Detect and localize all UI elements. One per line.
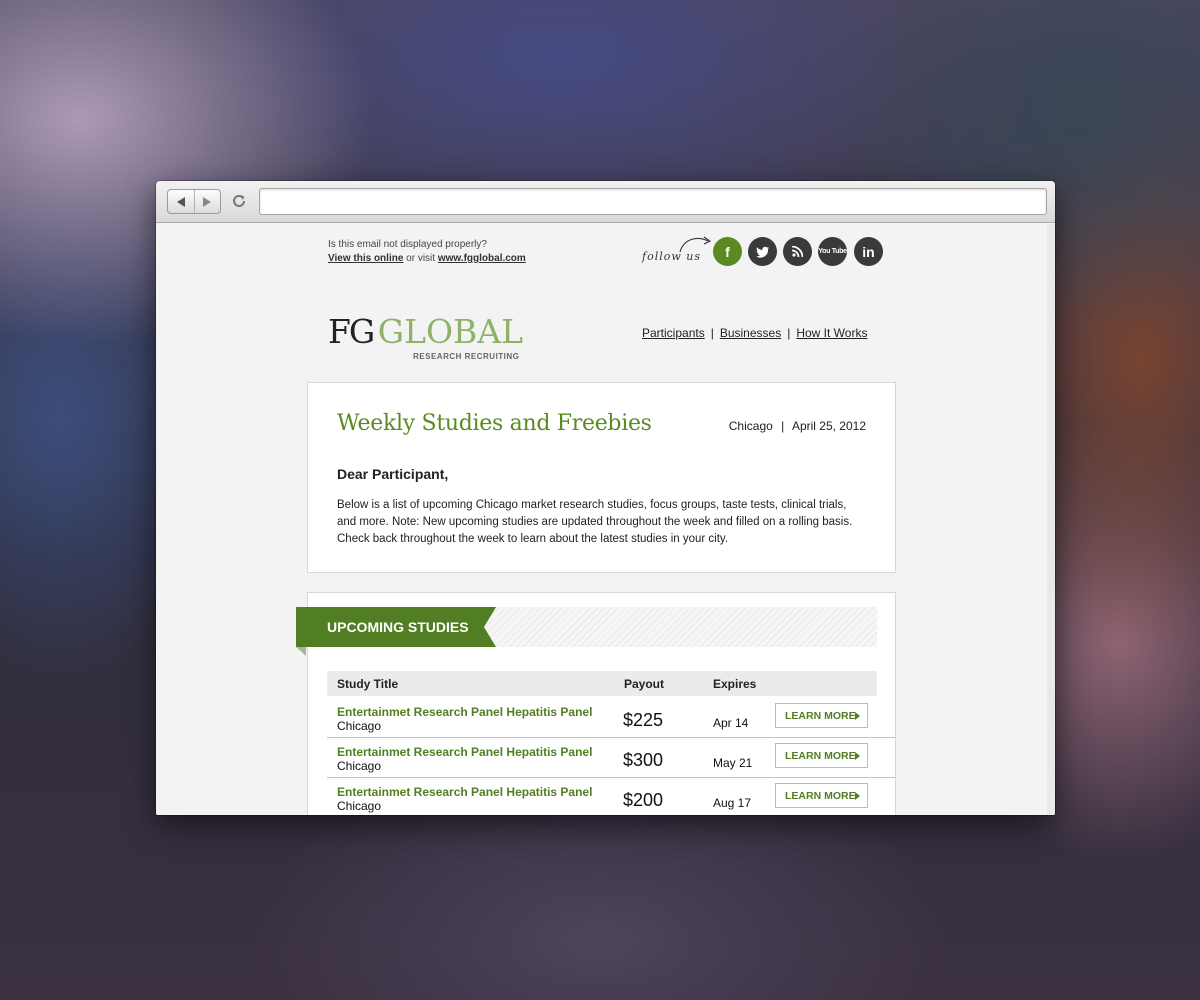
learn-more-button[interactable]: LEARN MORE	[775, 743, 868, 768]
vertical-scrollbar[interactable]	[1047, 224, 1055, 815]
facebook-icon[interactable]: f	[713, 237, 742, 266]
studies-table-header: Study Title Payout Expires	[327, 671, 877, 696]
intro-body: Below is a list of upcoming Chicago mark…	[337, 499, 853, 545]
youtube-icon[interactable]: You Tube	[818, 237, 847, 266]
back-button[interactable]	[168, 190, 194, 213]
learn-more-label: LEARN MORE	[785, 709, 856, 722]
col-study-title: Study Title	[337, 677, 399, 691]
chevron-right-icon	[855, 752, 860, 760]
study-payout: $225	[623, 710, 664, 730]
forward-button[interactable]	[193, 190, 221, 213]
page-viewport: Is this email not displayed properly? Vi…	[156, 224, 1055, 815]
greeting: Dear Participant,	[337, 466, 449, 482]
rss-feed-icon	[792, 246, 803, 257]
chevron-right-icon	[855, 712, 860, 720]
browser-toolbar	[156, 181, 1055, 223]
learn-more-button[interactable]: LEARN MORE	[775, 703, 868, 728]
meta-separator: |	[781, 419, 785, 433]
logo-subtitle: RESEARCH RECRUITING	[413, 352, 520, 361]
fg-global-logo[interactable]: FG GLOBAL RESEARCH RECRUITING	[328, 312, 524, 361]
table-row: Entertainmet Research Panel Hepatitis Pa…	[327, 738, 895, 778]
view-online-line: View this online or visit www.fgglobal.c…	[328, 252, 526, 266]
study-title-link[interactable]: Entertainmet Research Panel Hepatitis Pa…	[337, 785, 592, 799]
history-nav	[167, 189, 221, 214]
intro-meta: Chicago | April 25, 2012	[729, 419, 866, 433]
intro-city: Chicago	[728, 419, 773, 433]
twitter-icon[interactable]	[748, 237, 777, 266]
back-arrow-icon	[176, 196, 185, 207]
section-hatch-pattern	[486, 607, 877, 647]
nav-participants[interactable]: Participants	[642, 326, 705, 340]
ribbon-fold	[296, 647, 306, 656]
chevron-right-icon	[855, 792, 860, 800]
view-online-link[interactable]: View this online	[328, 253, 403, 264]
browser-window: Is this email not displayed properly? Vi…	[156, 181, 1055, 815]
study-expires: Aug 17	[713, 796, 752, 810]
study-expires: Apr 14	[713, 716, 749, 730]
study-payout: $300	[623, 750, 664, 770]
intro-card: Weekly Studies and Freebies Chicago | Ap…	[307, 382, 896, 573]
top-navigation: Participants | Businesses | How It Works	[642, 326, 867, 340]
col-expires: Expires	[713, 677, 757, 691]
table-row: Entertainmet Research Panel Hepatitis Pa…	[327, 778, 895, 815]
study-city: Chicago	[337, 799, 382, 813]
intro-date: April 25, 2012	[791, 419, 866, 433]
table-row: Entertainmet Research Panel Hepatitis Pa…	[327, 698, 895, 738]
learn-more-label: LEARN MORE	[785, 789, 856, 802]
col-payout: Payout	[624, 677, 665, 691]
study-payout: $200	[623, 790, 664, 810]
section-ribbon: UPCOMING STUDIES	[296, 607, 496, 647]
logo-global: GLOBAL	[377, 312, 524, 351]
study-city: Chicago	[337, 759, 382, 773]
intro-title: Weekly Studies and Freebies	[337, 411, 652, 436]
study-title-link[interactable]: Entertainmet Research Panel Hepatitis Pa…	[337, 705, 592, 719]
study-city: Chicago	[337, 719, 382, 733]
site-link[interactable]: www.fgglobal.com	[438, 253, 526, 264]
nav-separator: |	[787, 326, 791, 340]
logo-fg: FG	[328, 312, 375, 351]
address-bar[interactable]	[259, 188, 1047, 215]
curved-arrow-icon	[679, 236, 712, 253]
rss-icon[interactable]	[783, 237, 812, 266]
display-question: Is this email not displayed properly?	[328, 239, 487, 250]
linkedin-icon[interactable]: in	[854, 237, 883, 266]
pre-header: Is this email not displayed properly? Vi…	[328, 238, 526, 266]
study-expires: May 21	[713, 756, 753, 770]
learn-more-label: LEARN MORE	[785, 749, 856, 762]
nav-businesses[interactable]: Businesses	[720, 326, 781, 340]
twitter-bird-icon	[755, 246, 769, 258]
forward-arrow-icon	[203, 196, 212, 207]
reload-icon[interactable]	[230, 192, 248, 210]
nav-separator: |	[710, 326, 714, 340]
study-title-link[interactable]: Entertainmet Research Panel Hepatitis Pa…	[337, 745, 592, 759]
nav-how-it-works[interactable]: How It Works	[796, 326, 867, 340]
or-visit-text: or visit	[403, 253, 438, 264]
learn-more-button[interactable]: LEARN MORE	[775, 783, 868, 808]
